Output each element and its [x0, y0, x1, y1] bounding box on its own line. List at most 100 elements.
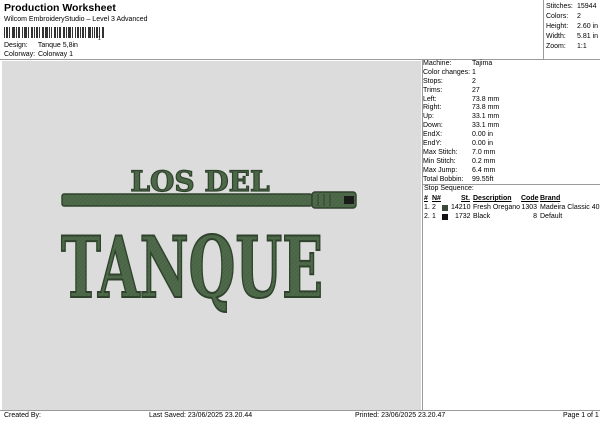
colors-value: 2	[577, 13, 581, 20]
col-header-brand: Brand	[540, 195, 561, 202]
zoom-label: Zoom:	[546, 43, 566, 50]
stitches-value: 15944	[577, 3, 597, 10]
page-number: Page 1 of 1	[563, 412, 599, 419]
detail-label: Stops:	[423, 77, 443, 85]
design-text-tanque: TANQUE	[61, 218, 323, 317]
stitch-count: 14210	[451, 204, 471, 211]
detail-value: Tajima	[472, 60, 493, 67]
colorway-value: Colorway 1	[37, 51, 73, 58]
detail-label: Right:	[423, 104, 442, 112]
detail-value: 0.00 in	[472, 131, 494, 139]
thread-code: 8	[533, 213, 537, 220]
detail-value: 99.55ft	[472, 175, 494, 183]
barcode-digit: 1	[98, 36, 101, 42]
detail-row: Color changes: 1	[423, 69, 600, 78]
detail-label: Min Stitch:	[423, 157, 456, 165]
barcode	[4, 27, 104, 38]
detail-value: 33.1 mm	[472, 113, 500, 121]
zoom-row: Zoom: 1:1	[546, 42, 598, 52]
detail-label: EndX:	[423, 131, 443, 139]
thread-description: Black	[473, 213, 491, 220]
detail-row: Up: 33.1 mm	[423, 113, 600, 122]
detail-label: Left:	[423, 95, 437, 103]
summary-divider	[543, 0, 544, 59]
thread-swatch	[442, 214, 448, 220]
detail-row: Right: 73.8 mm	[423, 104, 600, 113]
footer-divider	[0, 410, 600, 411]
detail-row: Max Jump: 6.4 mm	[423, 167, 600, 176]
design-name-row: Design: Tanque 5,8in	[4, 42, 78, 49]
thread-description: Fresh Oregano	[473, 204, 521, 211]
design-text-los-del: LOS DEL	[130, 165, 270, 198]
detail-value: 6.4 mm	[472, 166, 496, 174]
detail-row: Stops: 2	[423, 78, 600, 87]
detail-row: Min Stitch: 0.2 mm	[423, 158, 600, 167]
col-header-st: St.	[461, 195, 470, 202]
embroidery-artwork: LOS DEL TANQUE	[60, 164, 357, 318]
detail-value: 0.00 in	[472, 140, 494, 148]
detail-value: 7.0 mm	[472, 148, 496, 156]
detail-value: 73.8 mm	[472, 104, 500, 112]
stop-index: 2.	[424, 213, 430, 220]
design-label: Design:	[4, 42, 28, 49]
machine-details: Machine: Tajima Color changes: 1 Stops: 2 Trim…	[423, 60, 600, 184]
tank-barrel	[61, 191, 357, 209]
stop-sequence-title: Stop Sequence:	[424, 185, 474, 192]
height-value: 2.60 in	[577, 23, 599, 30]
detail-label: Down:	[423, 122, 443, 130]
detail-row: Left: 73.8 mm	[423, 96, 600, 105]
detail-row: Trims: 27	[423, 87, 600, 96]
needle-number: 1	[432, 213, 436, 220]
design-preview[interactable]: LOS DEL TANQUE	[2, 61, 421, 410]
detail-label: Trims:	[423, 86, 443, 94]
detail-value: 27	[472, 86, 480, 94]
width-value: 5.81 in	[577, 33, 599, 40]
detail-label: Color changes:	[423, 68, 471, 76]
last-saved: Last Saved: 23/06/2025 23.20.44	[149, 412, 253, 419]
detail-row: Total Bobbin: 99.55ft	[423, 176, 600, 185]
width-row: Width: 5.81 in	[546, 32, 598, 42]
detail-row: Max Stitch: 7.0 mm	[423, 149, 600, 158]
colorway-label: Colorway:	[4, 51, 36, 58]
detail-row: Down: 33.1 mm	[423, 122, 600, 131]
detail-value: 0.2 mm	[472, 157, 496, 165]
detail-row: EndX: 0.00 in	[423, 131, 600, 140]
detail-value: 1	[472, 68, 476, 76]
detail-row: EndY: 0.00 in	[423, 140, 600, 149]
detail-label: Max Stitch:	[423, 148, 458, 156]
detail-label: Up:	[423, 113, 434, 121]
col-header-n: N#	[432, 195, 441, 202]
colors-row: Colors: 2	[546, 12, 598, 22]
software-name: Wilcom EmbroideryStudio – Level 3 Advanc…	[4, 16, 148, 23]
printed-date: Printed: 23/06/2025 23.20.47	[355, 412, 446, 419]
worksheet-title: Production Worksheet	[4, 2, 116, 14]
zoom-value: 1:1	[577, 43, 587, 50]
colorway-row: Colorway: Colorway 1	[4, 51, 73, 58]
col-header-num: #	[424, 195, 428, 202]
width-label: Width:	[546, 33, 566, 40]
detail-value: 73.8 mm	[472, 95, 500, 103]
created-by: Created By:	[4, 412, 41, 419]
detail-value: 33.1 mm	[472, 122, 500, 130]
col-header-code: Code	[521, 195, 539, 202]
stop-index: 1.	[424, 204, 430, 211]
thread-brand: Default	[540, 213, 563, 220]
stitches-label: Stitches:	[546, 3, 573, 10]
height-row: Height: 2.60 in	[546, 22, 598, 32]
height-label: Height:	[546, 23, 569, 30]
detail-label: EndY:	[423, 140, 442, 148]
detail-label: Total Bobbin:	[423, 175, 464, 183]
design-summary: Stitches: 15944 Colors: 2 Height: 2.60 in W…	[546, 2, 598, 52]
colors-label: Colors:	[546, 13, 569, 20]
stitches-row: Stitches: 15944	[546, 2, 598, 12]
stitch-count: 1732	[455, 213, 471, 220]
production-worksheet: Production Worksheet Wilcom EmbroiderySt…	[0, 0, 600, 424]
design-value: Tanque 5,8in	[37, 42, 78, 49]
needle-number: 2	[432, 204, 436, 211]
thread-swatch	[442, 205, 448, 211]
detail-label: Max Jump:	[423, 166, 458, 174]
detail-row: Machine: Tajima	[423, 60, 600, 69]
detail-label: Machine:	[423, 60, 452, 67]
detail-value: 2	[472, 77, 476, 85]
thread-brand: Madeira Classic 40	[540, 204, 600, 211]
